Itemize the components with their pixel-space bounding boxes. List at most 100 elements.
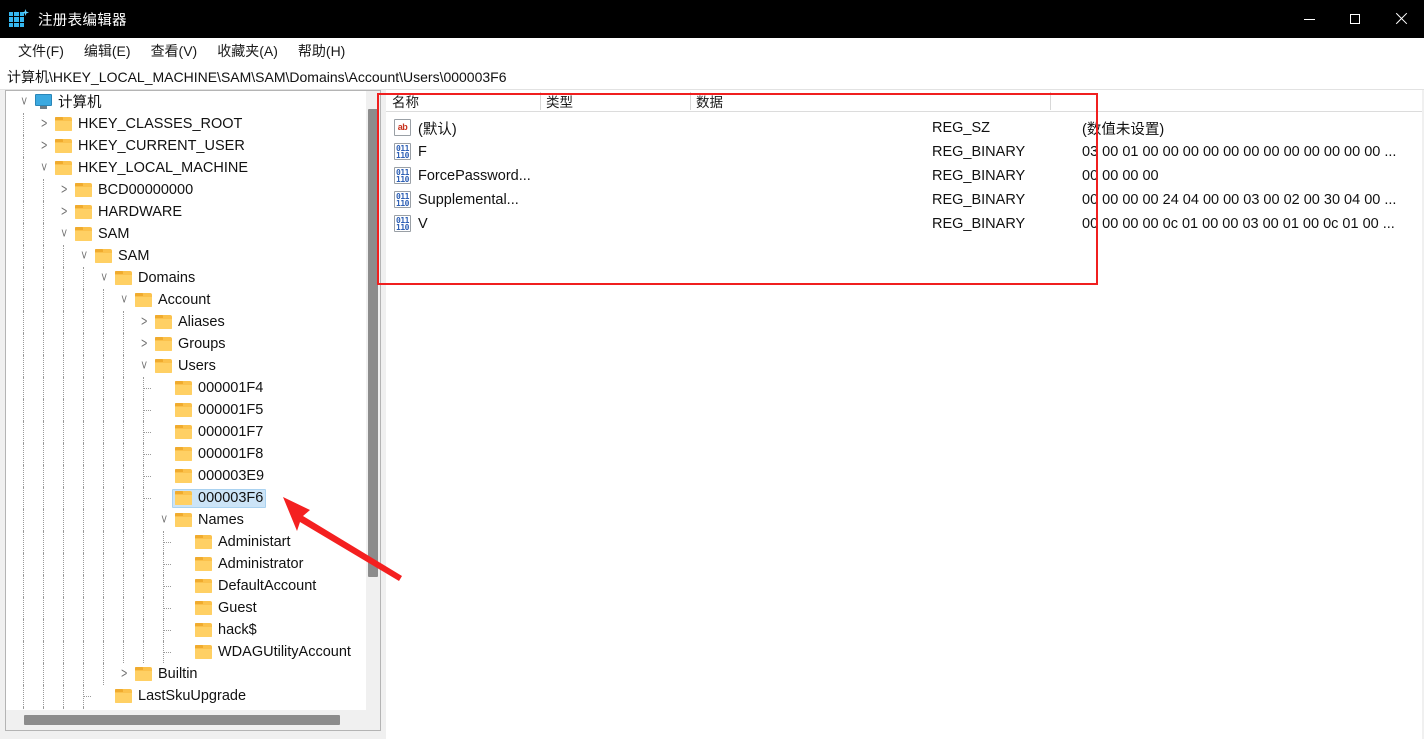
- tree-item-label-wrap[interactable]: Domains: [112, 269, 198, 288]
- tree-item-000001f8[interactable]: 000001F8: [6, 443, 380, 465]
- tree-item-label-wrap[interactable]: Account: [132, 291, 213, 310]
- tree-item-000001f7[interactable]: 000001F7: [6, 421, 380, 443]
- value-row[interactable]: ab (默认) REG_SZ (数值未设置): [386, 116, 1422, 140]
- tree-item-groups[interactable]: ˃ Groups: [6, 333, 380, 355]
- chevron-down-icon[interactable]: ˅: [116, 289, 132, 311]
- tree-item-builtin[interactable]: ˃ Builtin: [6, 663, 380, 685]
- menu-view[interactable]: 查看(V): [142, 38, 207, 64]
- chevron-down-icon[interactable]: ˅: [136, 355, 152, 377]
- menu-help[interactable]: 帮助(H): [289, 38, 354, 64]
- tree-item-label-wrap[interactable]: Administart: [192, 533, 294, 552]
- chevron-down-icon[interactable]: ˅: [76, 245, 92, 267]
- tree-item-sam[interactable]: ˅ SAM: [6, 223, 380, 245]
- chevron-right-icon[interactable]: ˃: [136, 311, 152, 333]
- tree-item-label-wrap[interactable]: 000003E9: [172, 467, 267, 486]
- tree-item-label-wrap[interactable]: DefaultAccount: [192, 577, 319, 596]
- tree-item-label-wrap[interactable]: Users: [152, 357, 219, 376]
- tree-item-sam[interactable]: ˅ SAM: [6, 245, 380, 267]
- tree-guide-line: [23, 201, 24, 223]
- chevron-down-icon[interactable]: ˅: [36, 157, 52, 179]
- tree-item-000001f5[interactable]: 000001F5: [6, 399, 380, 421]
- close-button[interactable]: [1378, 0, 1424, 38]
- tree-item-administrator[interactable]: Administrator: [6, 553, 380, 575]
- tree-item-000003f6[interactable]: 000003F6: [6, 487, 380, 509]
- tree-horizontal-scroll-thumb[interactable]: [24, 715, 340, 725]
- tree-item-hkey_classes_root[interactable]: ˃ HKEY_CLASSES_ROOT: [6, 113, 380, 135]
- value-row[interactable]: 011 110 ForcePassword... REG_BINARY 00 00 00…: [386, 164, 1422, 188]
- value-row[interactable]: 011 110 F REG_BINARY 03 00 01 00 00 00 00 00…: [386, 140, 1422, 164]
- menu-favorites[interactable]: 收藏夹(A): [208, 38, 287, 64]
- tree-item-wdagutilityaccount[interactable]: WDAGUtilityAccount: [6, 641, 380, 663]
- chevron-right-icon[interactable]: ˃: [56, 179, 72, 201]
- column-divider-3[interactable]: [1050, 92, 1051, 110]
- tree-item-label-wrap[interactable]: SAM: [72, 225, 132, 244]
- tree-item-label-wrap[interactable]: HKEY_CURRENT_USER: [52, 137, 248, 156]
- chevron-right-icon[interactable]: ˃: [36, 113, 52, 135]
- tree-item-label-wrap[interactable]: Names: [172, 511, 247, 530]
- tree-item-label-wrap[interactable]: WDAGUtilityAccount: [192, 643, 354, 662]
- value-row[interactable]: 011 110 V REG_BINARY 00 00 00 00 0c 01 00 00…: [386, 212, 1422, 236]
- tree-item-label-wrap[interactable]: Administrator: [192, 555, 306, 574]
- chevron-right-icon[interactable]: ˃: [116, 663, 132, 685]
- tree-item-label-wrap[interactable]: 000001F7: [172, 423, 266, 442]
- value-name: (默认): [418, 121, 457, 138]
- tree-item-000003e9[interactable]: 000003E9: [6, 465, 380, 487]
- tree-item-label-wrap[interactable]: 000003F6: [172, 488, 267, 508]
- tree-item-guest[interactable]: Guest: [6, 597, 380, 619]
- tree-item-names[interactable]: ˅ Names: [6, 509, 380, 531]
- tree-item-label-wrap[interactable]: hack$: [192, 621, 260, 640]
- chevron-down-icon[interactable]: ˅: [96, 267, 112, 289]
- value-row[interactable]: 011 110 Supplemental... REG_BINARY 00 00 00 …: [386, 188, 1422, 212]
- tree-item-label-wrap[interactable]: 000001F4: [172, 379, 266, 398]
- tree-item-aliases[interactable]: ˃ Aliases: [6, 311, 380, 333]
- address-bar[interactable]: 计算机\HKEY_LOCAL_MACHINE\SAM\SAM\Domains\A…: [0, 64, 1424, 90]
- tree-guide-line: [63, 597, 64, 619]
- tree-item-label-wrap[interactable]: 000001F5: [172, 401, 266, 420]
- tree-horizontal-scrollbar[interactable]: [6, 710, 380, 730]
- tree-item-000001f4[interactable]: 000001F4: [6, 377, 380, 399]
- chevron-down-icon[interactable]: ˅: [156, 509, 172, 531]
- menu-file[interactable]: 文件(F): [9, 38, 73, 64]
- chevron-down-icon[interactable]: ˅: [16, 91, 32, 113]
- tree-item-label-wrap[interactable]: Builtin: [132, 665, 201, 684]
- tree-item-account[interactable]: ˅ Account: [6, 289, 380, 311]
- tree-item-lastskuupgrade[interactable]: LastSkuUpgrade: [6, 685, 380, 707]
- tree-guide-line: [83, 355, 84, 377]
- tree-item-label-wrap[interactable]: Groups: [152, 335, 229, 354]
- tree-vertical-scrollbar[interactable]: [366, 91, 380, 711]
- column-header-data[interactable]: 数据: [690, 90, 1050, 112]
- tree-item-hkey_current_user[interactable]: ˃ HKEY_CURRENT_USER: [6, 135, 380, 157]
- tree-item-hack[interactable]: hack$: [6, 619, 380, 641]
- tree-item-label-wrap[interactable]: HKEY_CLASSES_ROOT: [52, 115, 245, 134]
- registry-tree[interactable]: ˅ 计算机 ˃ HKEY_CLASSES_ROOT ˃ HKEY_CURRENT_USER…: [6, 91, 380, 711]
- chevron-right-icon[interactable]: ˃: [56, 201, 72, 223]
- tree-item-hardware[interactable]: ˃ HARDWARE: [6, 201, 380, 223]
- menu-edit[interactable]: 编辑(E): [75, 38, 140, 64]
- tree-item-label-wrap[interactable]: HARDWARE: [72, 203, 185, 222]
- tree-item-label-wrap[interactable]: Aliases: [152, 313, 228, 332]
- maximize-button[interactable]: [1332, 0, 1378, 38]
- tree-item-domains[interactable]: ˅ Domains: [6, 267, 380, 289]
- tree-guide-line: [83, 487, 84, 509]
- column-header-type[interactable]: 类型: [540, 90, 690, 112]
- chevron-right-icon[interactable]: ˃: [36, 135, 52, 157]
- chevron-right-icon[interactable]: ˃: [136, 333, 152, 355]
- column-header-name[interactable]: 名称: [386, 90, 540, 112]
- tree-item-label-wrap[interactable]: HKEY_LOCAL_MACHINE: [52, 159, 251, 178]
- tree-item-label-wrap[interactable]: Guest: [192, 599, 260, 618]
- tree-vertical-scroll-thumb[interactable]: [368, 109, 378, 577]
- tree-item-administart[interactable]: Administart: [6, 531, 380, 553]
- tree-item-defaultaccount[interactable]: DefaultAccount: [6, 575, 380, 597]
- tree-guide-line: [63, 641, 64, 663]
- tree-item-label-wrap[interactable]: 000001F8: [172, 445, 266, 464]
- tree-item-bcd00000000[interactable]: ˃ BCD00000000: [6, 179, 380, 201]
- tree-item-label-wrap[interactable]: SAM: [92, 247, 152, 266]
- tree-item-label-wrap[interactable]: 计算机: [32, 91, 105, 114]
- tree-item-label-wrap[interactable]: LastSkuUpgrade: [112, 687, 249, 706]
- tree-item-label-wrap[interactable]: BCD00000000: [72, 181, 196, 200]
- chevron-down-icon[interactable]: ˅: [56, 223, 72, 245]
- tree-item-hkey_local_machine[interactable]: ˅ HKEY_LOCAL_MACHINE: [6, 157, 380, 179]
- tree-item-计算机[interactable]: ˅ 计算机: [6, 91, 380, 113]
- minimize-button[interactable]: [1286, 0, 1332, 38]
- tree-item-users[interactable]: ˅ Users: [6, 355, 380, 377]
